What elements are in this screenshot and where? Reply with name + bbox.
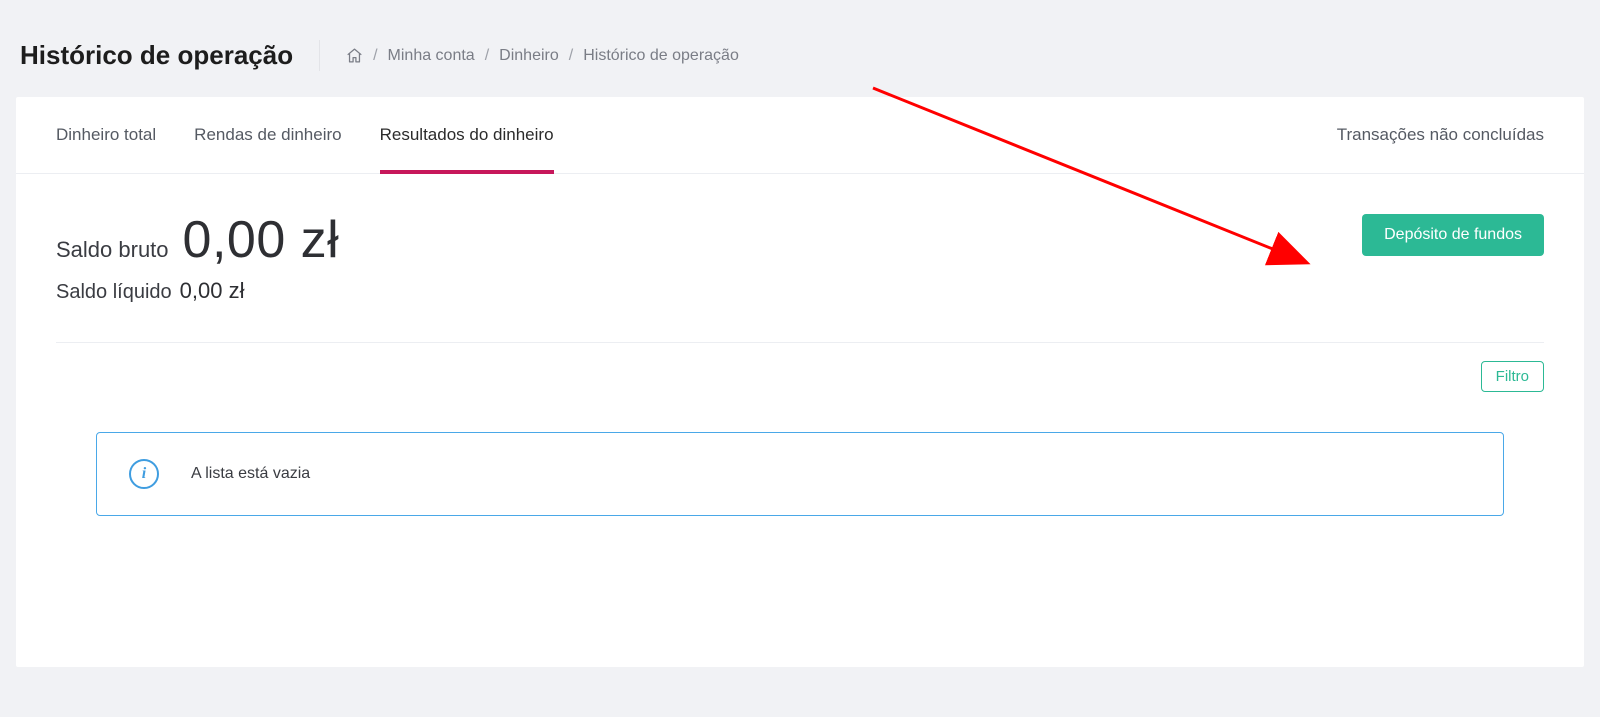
gross-balance-label: Saldo bruto: [56, 237, 169, 263]
main-card: Dinheiro total Rendas de dinheiro Result…: [16, 97, 1584, 667]
tabs: Dinheiro total Rendas de dinheiro Result…: [16, 97, 1584, 174]
tab-pending-transactions[interactable]: Transações não concluídas: [1337, 97, 1544, 173]
deposit-funds-button[interactable]: Depósito de fundos: [1362, 214, 1544, 256]
info-icon: i: [129, 459, 159, 489]
breadcrumb-sep: /: [373, 47, 377, 65]
empty-state-info: i A lista está vazia: [96, 432, 1504, 516]
balance-section: Saldo bruto 0,00 zł Saldo líquido 0,00 z…: [16, 174, 1584, 324]
net-balance-value: 0,00 zł: [180, 278, 245, 304]
breadcrumb-money[interactable]: Dinheiro: [499, 47, 559, 65]
filter-row: Filtro: [16, 343, 1584, 392]
gross-balance-value: 0,00 zł: [183, 210, 340, 270]
breadcrumb-sep: /: [485, 47, 489, 65]
tab-money-results[interactable]: Resultados do dinheiro: [380, 97, 554, 173]
breadcrumb-current: Histórico de operação: [583, 47, 739, 65]
balances: Saldo bruto 0,00 zł Saldo líquido 0,00 z…: [56, 210, 1362, 304]
filter-button[interactable]: Filtro: [1481, 361, 1544, 392]
page-header: Histórico de operação / Minha conta / Di…: [0, 0, 1600, 97]
tab-money-income[interactable]: Rendas de dinheiro: [194, 97, 341, 173]
breadcrumb-sep: /: [569, 47, 573, 65]
gross-balance-line: Saldo bruto 0,00 zł: [56, 210, 1362, 270]
breadcrumb-account[interactable]: Minha conta: [388, 47, 475, 65]
net-balance-label: Saldo líquido: [56, 281, 172, 304]
empty-state-text: A lista está vazia: [191, 465, 310, 483]
page-title: Histórico de operação: [20, 40, 320, 71]
tab-money-total[interactable]: Dinheiro total: [56, 97, 156, 173]
breadcrumb: / Minha conta / Dinheiro / Histórico de …: [346, 47, 739, 65]
home-icon: [346, 47, 363, 64]
net-balance-line: Saldo líquido 0,00 zł: [56, 278, 1362, 304]
breadcrumb-home[interactable]: [346, 47, 363, 64]
